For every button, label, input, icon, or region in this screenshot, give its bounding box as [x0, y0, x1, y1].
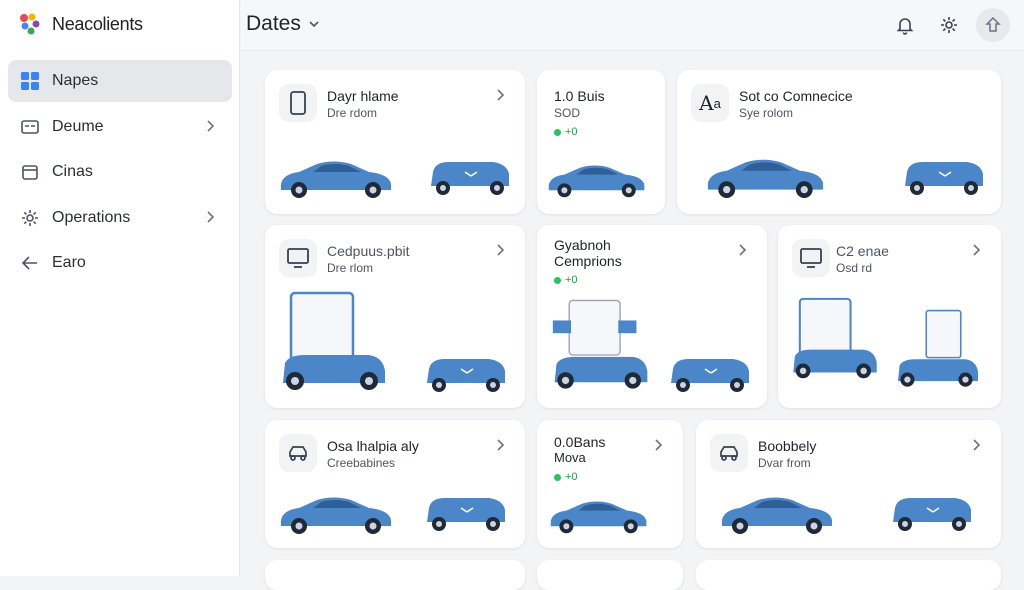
top-bar: Dates	[241, 0, 1024, 51]
sidebar-item-napes[interactable]: Napes	[8, 60, 232, 102]
status-indicator: +0	[554, 274, 578, 286]
settings-icon[interactable]	[932, 8, 966, 42]
car-display-illustration	[552, 299, 648, 389]
grid-icon	[20, 71, 40, 91]
chevron-right-icon[interactable]	[493, 438, 507, 452]
top-actions	[888, 8, 1010, 42]
car-display-illustration	[898, 309, 978, 387]
card-title: 0.0Bans	[554, 434, 606, 450]
sidebar-item-label: Deume	[52, 117, 104, 135]
card-2[interactable]: 1.0 Buis SOD +0	[537, 70, 665, 214]
card-6[interactable]: C2 enae Osd rd	[778, 225, 1001, 408]
card-title: Gyabnoh	[554, 237, 611, 253]
card-4[interactable]: Cedpuus.pbit Dre rlom	[265, 225, 525, 408]
main-area: Dates Dayr hlame Dre rdom 1.0 Buis SOD +	[241, 0, 1024, 590]
sidebar-item-earo[interactable]: Earo	[8, 242, 232, 284]
card-title: 1.0 Buis	[554, 88, 605, 104]
car-compact-illustration	[892, 497, 972, 532]
sidebar-item-operations[interactable]: Operations	[8, 197, 232, 239]
card-3[interactable]: Aa Sot co Comnecice Sye rolom	[677, 70, 1001, 214]
bell-icon[interactable]	[888, 8, 922, 42]
sidebar-item-label: Operations	[52, 208, 131, 226]
card-partial-3	[696, 560, 1001, 590]
card-title: Cedpuus.pbit	[327, 243, 410, 259]
status-indicator: +0	[554, 126, 578, 138]
card-subtitle: Dvar from	[758, 456, 811, 470]
card-partial-1	[265, 560, 525, 590]
sidebar-item-label: Napes	[52, 72, 99, 89]
card-subtitle: Creebabines	[327, 456, 396, 470]
card-1[interactable]: Dayr hlame Dre rdom	[265, 70, 525, 214]
car-compact-illustration	[426, 358, 506, 393]
card-7[interactable]: Osa lhalpia aly Creebabines	[265, 420, 525, 548]
car-sedan-illustration	[281, 161, 391, 198]
car-compact-illustration	[904, 161, 984, 196]
page-title: Dates	[246, 12, 301, 35]
card-subtitle: Osd rd	[836, 261, 873, 275]
phone-icon	[279, 84, 317, 122]
car-sedan-illustration	[707, 159, 824, 198]
car-sedan-illustration	[281, 497, 391, 534]
card-title: Sot co Comnecice	[739, 88, 853, 104]
calendar-icon	[20, 162, 40, 182]
chevron-right-icon	[207, 210, 215, 223]
monitor-icon	[279, 239, 317, 277]
chevron-right-icon[interactable]	[969, 243, 983, 257]
chevron-right-icon	[207, 119, 215, 132]
card-partial-2	[537, 560, 683, 590]
car-compact-illustration	[430, 161, 510, 196]
sidebar-item-cinas[interactable]: Cinas	[8, 151, 232, 193]
card-title: Dayr hlame	[327, 88, 399, 104]
car-sedan-illustration	[550, 501, 647, 534]
car-sedan-illustration	[548, 165, 645, 198]
card-subtitle: Sye rolom	[739, 106, 794, 120]
card-title: Boobbely	[758, 438, 817, 454]
car-icon	[279, 434, 317, 472]
sidebar-item-label: Cinas	[52, 163, 93, 180]
chevron-right-icon[interactable]	[493, 243, 507, 257]
sidebar-item-deume[interactable]: Deume	[8, 106, 232, 148]
app-logo-icon	[20, 13, 40, 35]
brand[interactable]: Neacolients	[18, 12, 143, 36]
car-compact-illustration	[670, 358, 750, 393]
card-subtitle: Mova	[554, 450, 586, 465]
monitor-icon	[792, 239, 830, 277]
card-title: C2 enae	[836, 243, 889, 259]
card-title: Osa lhalpia aly	[327, 438, 419, 454]
card-8[interactable]: 0.0Bans Mova +0	[537, 420, 683, 548]
card-subtitle: Cemprions	[554, 253, 622, 269]
sidebar-item-label: Earo	[52, 254, 86, 271]
text-icon: Aa	[691, 84, 729, 122]
car-sedan-illustration	[722, 497, 832, 534]
car-display-illustration	[793, 297, 877, 379]
chevron-right-icon[interactable]	[735, 243, 749, 257]
card-subtitle: Dre rlom	[327, 261, 374, 275]
card-9[interactable]: Boobbely Dvar from	[696, 420, 1001, 548]
sidebar: Neacolients Napes Deume Cinas Operations…	[0, 0, 240, 576]
chevron-right-icon[interactable]	[969, 438, 983, 452]
car-icon	[710, 434, 748, 472]
card-subtitle: SOD	[554, 106, 581, 120]
chevron-right-icon[interactable]	[493, 88, 507, 102]
car-display-illustration	[283, 291, 385, 390]
card-5[interactable]: Gyabnoh Cemprions +0	[537, 225, 767, 408]
app-name: Neacolients	[52, 13, 143, 34]
back-arrow-icon	[20, 253, 40, 273]
page-title-dropdown[interactable]: Dates	[246, 12, 321, 36]
gear-icon	[20, 208, 40, 228]
sidebar-nav: Napes Deume Cinas Operations Earo	[8, 60, 232, 288]
car-compact-illustration	[426, 497, 506, 532]
status-indicator: +0	[554, 471, 578, 483]
chevron-right-icon[interactable]	[651, 438, 665, 452]
chevron-down-icon	[309, 21, 319, 28]
inbox-icon	[20, 117, 40, 137]
card-subtitle: Dre rdom	[327, 106, 378, 120]
user-avatar[interactable]	[976, 8, 1010, 42]
